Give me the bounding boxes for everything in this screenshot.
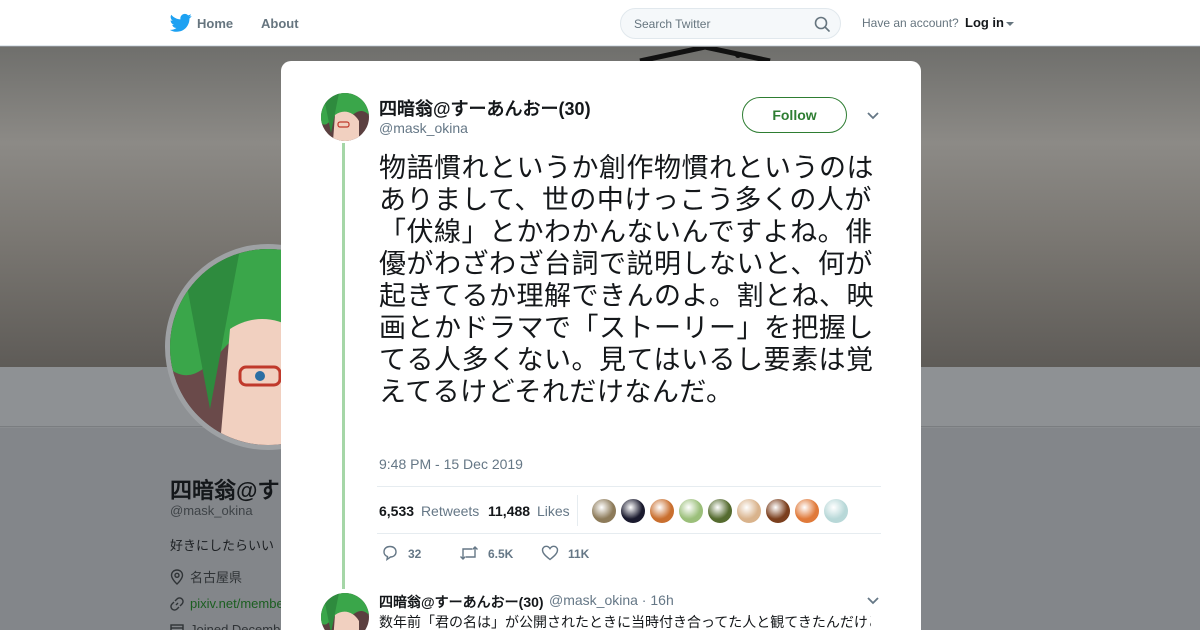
tweet-text: 物語慣れというか創作物慣れというのはありまして、世の中けっこう多くの人が「伏線」… [379,153,874,408]
retweet-button[interactable]: 6.5K [459,544,513,562]
reply-count: 32 [408,547,422,561]
profile-bio: 好きにしたらいい [170,538,275,553]
liker-avatar[interactable] [707,498,733,524]
stats-divider [577,495,578,526]
liker-avatar[interactable] [823,498,849,524]
joined-text: Joined December [190,622,281,630]
likes-stat[interactable]: 11,488 Likes [488,503,570,519]
reply-meta: @mask_okina · 16h [549,592,674,608]
chevron-down-icon[interactable] [866,111,880,121]
author-avatar[interactable] [321,93,369,141]
tweet-timestamp[interactable]: 9:48 PM - 15 Dec 2019 [379,456,523,472]
reply-icon [383,545,397,562]
liker-avatar[interactable] [765,498,791,524]
retweet-count: 6.5K [488,547,514,561]
reply-author-avatar[interactable] [321,593,369,630]
tweet-actions: 32 6.5K 11K [381,544,801,566]
heart-icon [541,545,559,561]
avatar-illustration [321,93,369,141]
twitter-bird-icon[interactable] [170,13,192,33]
top-navigation-bar: Home About Search Twitter Have an accoun… [0,0,1200,46]
profile-name: 四暗翁@すーあんおー(30) [170,478,280,503]
tweet-modal: 四暗翁@すーあんおー(30) @mask_okina Follow 物語慣れとい… [281,61,921,630]
profile-location: 名古屋県 [170,567,281,586]
chevron-down-icon[interactable] [866,596,880,606]
login-link[interactable]: Log in [965,15,1014,30]
link-icon [170,597,184,611]
profile-handle: @mask_okina [170,503,253,518]
liker-avatar[interactable] [678,498,704,524]
search-input[interactable]: Search Twitter [620,8,841,39]
search-placeholder: Search Twitter [634,17,711,31]
search-icon[interactable] [814,16,830,32]
retweet-icon [460,546,478,560]
retweets-label: Retweets [420,503,480,519]
reply-age[interactable]: 16h [650,592,673,608]
liker-avatar[interactable] [794,498,820,524]
follow-button[interactable]: Follow [742,97,847,133]
nav-about-link[interactable]: About [261,16,299,31]
reply-author-name[interactable]: 四暗翁@すーあんおー(30) [379,592,544,612]
reply-text: 数年前「君の名は」が公開されたときに当時付き合ってた人と観てきたんだけど [379,615,871,630]
liker-avatar[interactable] [736,498,762,524]
retweets-count: 6,533 [379,503,415,519]
liker-avatar[interactable] [649,498,675,524]
like-button[interactable]: 11K [541,544,589,562]
tweet-stats: 6,533 Retweets 11,488 Likes [377,486,881,534]
login-label[interactable]: Log in [965,15,1004,30]
location-text: 名古屋県 [190,570,243,585]
reply-button[interactable]: 32 [381,544,421,562]
reply-author-handle[interactable]: @mask_okina [549,592,638,608]
liker-avatar[interactable] [620,498,646,524]
website-link[interactable]: pixiv.net/member [190,596,281,611]
author-handle[interactable]: @mask_okina [379,120,468,136]
profile-joined: Joined December [170,622,281,630]
liker-avatar[interactable] [591,498,617,524]
avatar-illustration [321,593,369,630]
profile-website[interactable]: pixiv.net/member [170,596,281,611]
calendar-icon [170,624,184,630]
have-account-text: Have an account? [862,16,959,30]
location-pin-icon [170,569,184,585]
like-count: 11K [568,547,590,561]
author-name[interactable]: 四暗翁@すーあんおー(30) [379,95,591,121]
nav-home-link[interactable]: Home [197,16,233,31]
likes-label: Likes [536,503,570,519]
likes-count: 11,488 [488,503,531,519]
caret-down-icon [1006,21,1014,26]
close-icon[interactable] [1156,14,1176,34]
retweets-stat[interactable]: 6,533 Retweets [379,503,479,519]
thread-connector-line [342,143,345,589]
